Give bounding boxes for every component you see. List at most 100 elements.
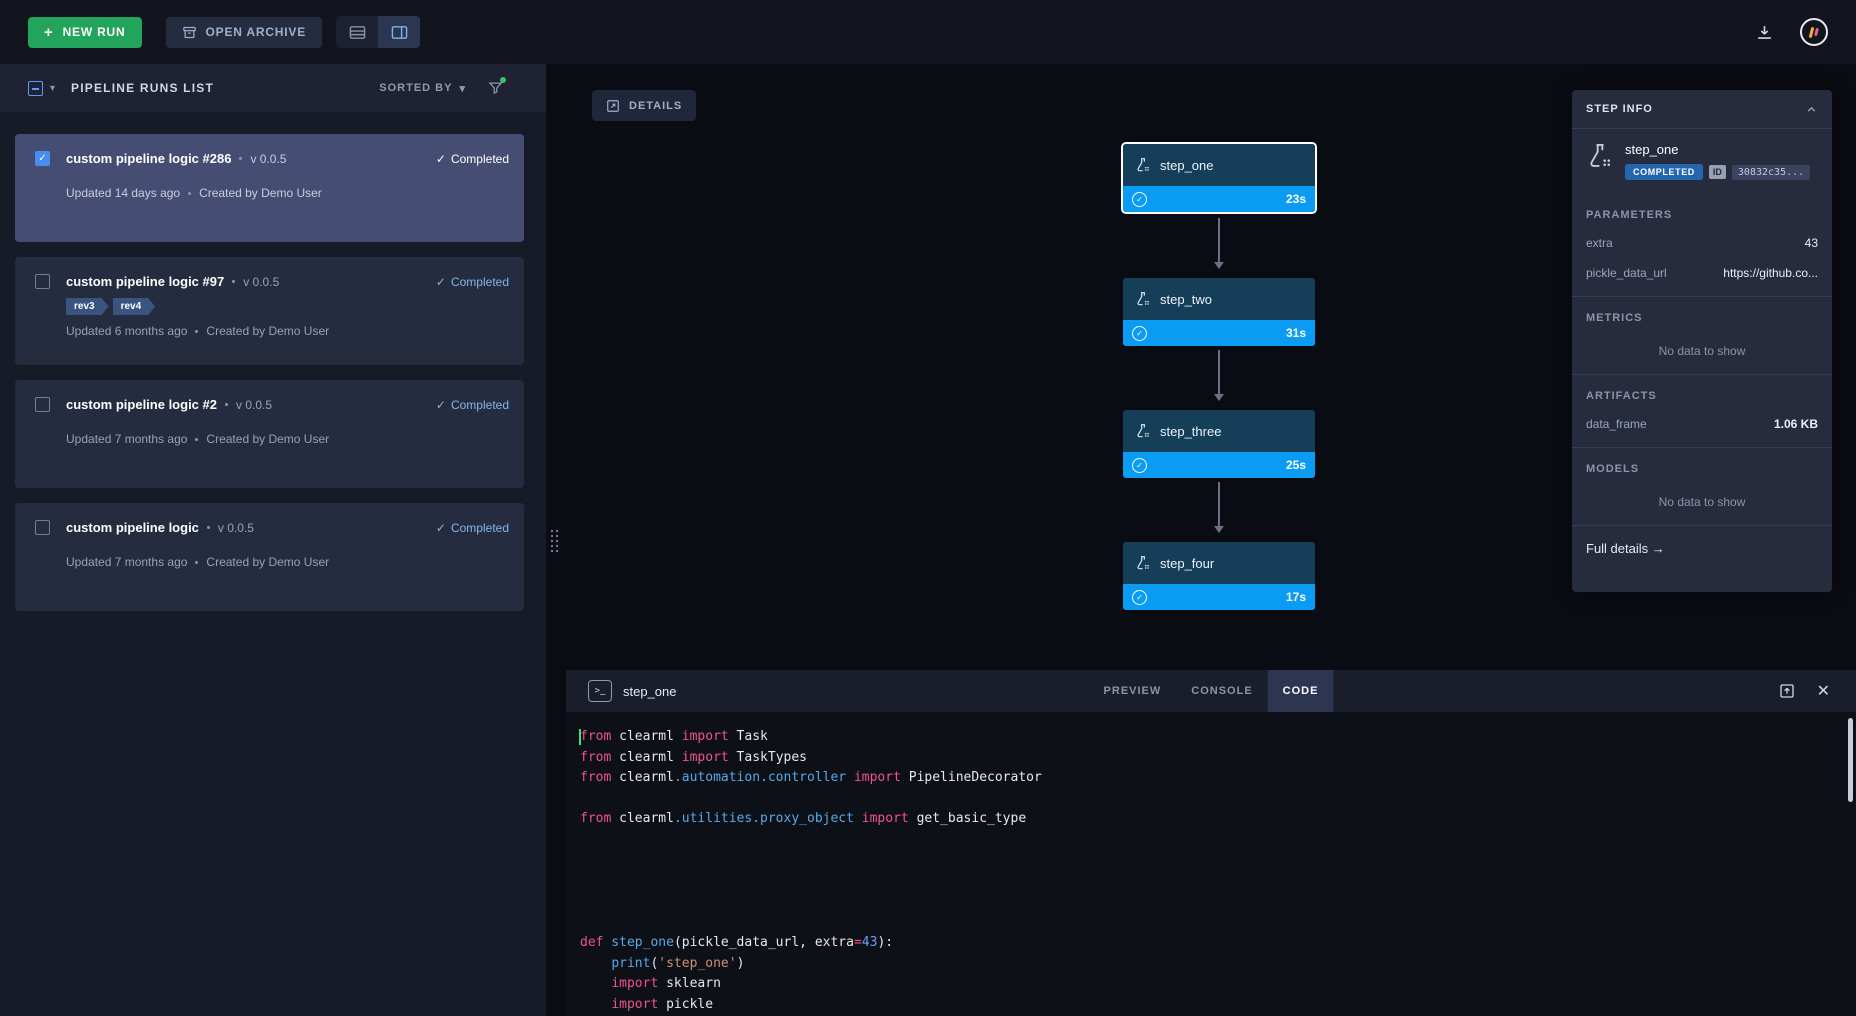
pipeline-run-card[interactable]: custom pipeline logic v 0.0.5 ✓ Complete…: [15, 503, 524, 611]
run-meta: Updated 14 days ago Created by Demo User: [66, 186, 509, 200]
split-view-toggle[interactable]: [378, 16, 420, 48]
sidebar-header: ▾ PIPELINE RUNS LIST SORTED BY ▾: [0, 64, 546, 112]
view-toggle-group: [336, 16, 420, 48]
details-button[interactable]: DETAILS: [592, 90, 696, 121]
parameters-section-title: PARAMETERS: [1572, 194, 1832, 228]
code-line: [580, 892, 1856, 913]
edge-arrow-icon: [1218, 350, 1220, 400]
code-line: import pickle: [580, 995, 1856, 1016]
tab-console[interactable]: CONSOLE: [1176, 670, 1267, 712]
pipeline-graph-area: DETAILS step_one ✓ 23s step_two ✓ 31: [566, 64, 1856, 1016]
close-panel-button[interactable]: ✕: [1817, 681, 1830, 701]
metrics-section-title: METRICS: [1572, 297, 1832, 331]
kv-key: pickle_data_url: [1586, 266, 1667, 280]
separator-dot-icon: [225, 403, 228, 406]
split-view-icon: [391, 25, 408, 40]
tag-chip[interactable]: rev4: [113, 298, 156, 315]
separator-dot-icon: [195, 438, 198, 441]
code-line: [580, 851, 1856, 872]
tab-preview[interactable]: PREVIEW: [1089, 670, 1177, 712]
clearml-logo-icon: [1809, 26, 1815, 37]
separator-dot-icon: [195, 561, 198, 564]
select-all-checkbox[interactable]: [28, 81, 43, 96]
step-info-panel: STEP INFO step_one COMPLETED ID 30832c35…: [1572, 90, 1832, 592]
kv-row: data_frame 1.06 KB: [1572, 409, 1832, 439]
download-icon[interactable]: [1755, 23, 1774, 42]
kv-row: extra 43: [1572, 228, 1832, 258]
profile-button[interactable]: [1800, 18, 1828, 46]
step-name: step_four: [1160, 556, 1214, 571]
separator-dot-icon: [207, 526, 210, 529]
step-duration: 31s: [1286, 326, 1306, 340]
kv-key: data_frame: [1586, 417, 1647, 431]
pipeline-step-node[interactable]: step_one ✓ 23s: [1121, 142, 1317, 214]
edge-arrow-icon: [1218, 218, 1220, 268]
table-view-toggle[interactable]: [336, 16, 378, 48]
pipeline-run-card[interactable]: custom pipeline logic #97 v 0.0.5 ✓ Comp…: [15, 257, 524, 365]
pipeline-run-card[interactable]: ✓ custom pipeline logic #286 v 0.0.5 ✓ C…: [15, 134, 524, 242]
run-checkbox[interactable]: ✓: [35, 151, 50, 166]
code-line: from clearml.utilities.proxy_object impo…: [580, 809, 1856, 830]
flask-icon: [1135, 291, 1151, 307]
run-name: custom pipeline logic #286: [66, 151, 231, 166]
resize-grip-icon: [551, 530, 558, 552]
run-updated: Updated 7 months ago: [66, 555, 187, 569]
kv-value: https://github.co...: [1723, 266, 1818, 280]
metrics-empty-text: No data to show: [1572, 331, 1832, 374]
select-all-caret-icon[interactable]: ▾: [50, 83, 55, 94]
bottom-panel-title: step_one: [623, 684, 677, 699]
step-id-value[interactable]: 30832c35...: [1732, 165, 1810, 180]
run-status: ✓ Completed: [436, 521, 509, 535]
step-detail-bottom-panel: >_ step_one PREVIEWCONSOLECODE ✕ from cl…: [566, 670, 1856, 1016]
check-icon: ✓: [436, 152, 446, 166]
run-tags: rev3rev4: [66, 298, 509, 315]
run-updated: Updated 7 months ago: [66, 432, 187, 446]
run-meta: Updated 6 months ago Created by Demo Use…: [66, 324, 509, 338]
run-checkbox[interactable]: [35, 520, 50, 535]
kv-key: extra: [1586, 236, 1613, 250]
code-line: def step_one(pickle_data_url, extra=43):: [580, 933, 1856, 954]
open-archive-label: OPEN ARCHIVE: [206, 25, 307, 39]
run-checkbox[interactable]: [35, 274, 50, 289]
id-badge: ID: [1709, 165, 1726, 179]
code-line: from clearml import TaskTypes: [580, 748, 1856, 769]
step-name: step_one: [1625, 142, 1810, 157]
code-line: from clearml import Task: [580, 727, 1856, 748]
flask-icon: [1135, 157, 1151, 173]
run-status: ✓ Completed: [436, 152, 509, 166]
panel-resize-handle[interactable]: [546, 64, 566, 1016]
filter-button[interactable]: [488, 80, 504, 96]
flask-icon: [1135, 423, 1151, 439]
completed-check-icon: ✓: [1132, 458, 1147, 473]
step-info-title: STEP INFO: [1586, 103, 1653, 115]
sidebar-title: PIPELINE RUNS LIST: [71, 81, 214, 95]
new-run-button[interactable]: + NEW RUN: [28, 17, 142, 48]
code-viewer[interactable]: from clearml import Taskfrom clearml imp…: [566, 712, 1856, 1016]
details-icon: [606, 99, 620, 113]
run-created-by: Created by Demo User: [199, 186, 322, 200]
caret-down-icon: ▾: [459, 82, 466, 95]
archive-icon: [182, 25, 197, 40]
tab-code[interactable]: CODE: [1268, 670, 1334, 712]
full-details-link[interactable]: Full details →: [1572, 526, 1832, 571]
code-line: [580, 871, 1856, 892]
artifacts-list: data_frame 1.06 KB: [1572, 409, 1832, 439]
bottom-panel-header: >_ step_one PREVIEWCONSOLECODE ✕: [566, 670, 1856, 712]
open-archive-button[interactable]: OPEN ARCHIVE: [166, 17, 323, 48]
separator-dot-icon: [188, 192, 191, 195]
code-line: [580, 830, 1856, 851]
collapse-panel-button[interactable]: [1805, 103, 1818, 116]
pipeline-step-node[interactable]: step_two ✓ 31s: [1121, 276, 1317, 348]
pipeline-step-node[interactable]: step_four ✓ 17s: [1121, 540, 1317, 612]
runs-list: ✓ custom pipeline logic #286 v 0.0.5 ✓ C…: [0, 112, 546, 611]
tag-chip[interactable]: rev3: [66, 298, 109, 315]
code-scrollbar[interactable]: [1848, 718, 1853, 802]
run-updated: Updated 6 months ago: [66, 324, 187, 338]
pipeline-step-node[interactable]: step_three ✓ 25s: [1121, 408, 1317, 480]
sorted-by-dropdown[interactable]: SORTED BY ▾: [379, 82, 466, 95]
run-name: custom pipeline logic #2: [66, 397, 217, 412]
clearml-logo-icon: [1814, 28, 1819, 36]
pipeline-run-card[interactable]: custom pipeline logic #2 v 0.0.5 ✓ Compl…: [15, 380, 524, 488]
run-checkbox[interactable]: [35, 397, 50, 412]
expand-panel-button[interactable]: [1779, 683, 1795, 699]
